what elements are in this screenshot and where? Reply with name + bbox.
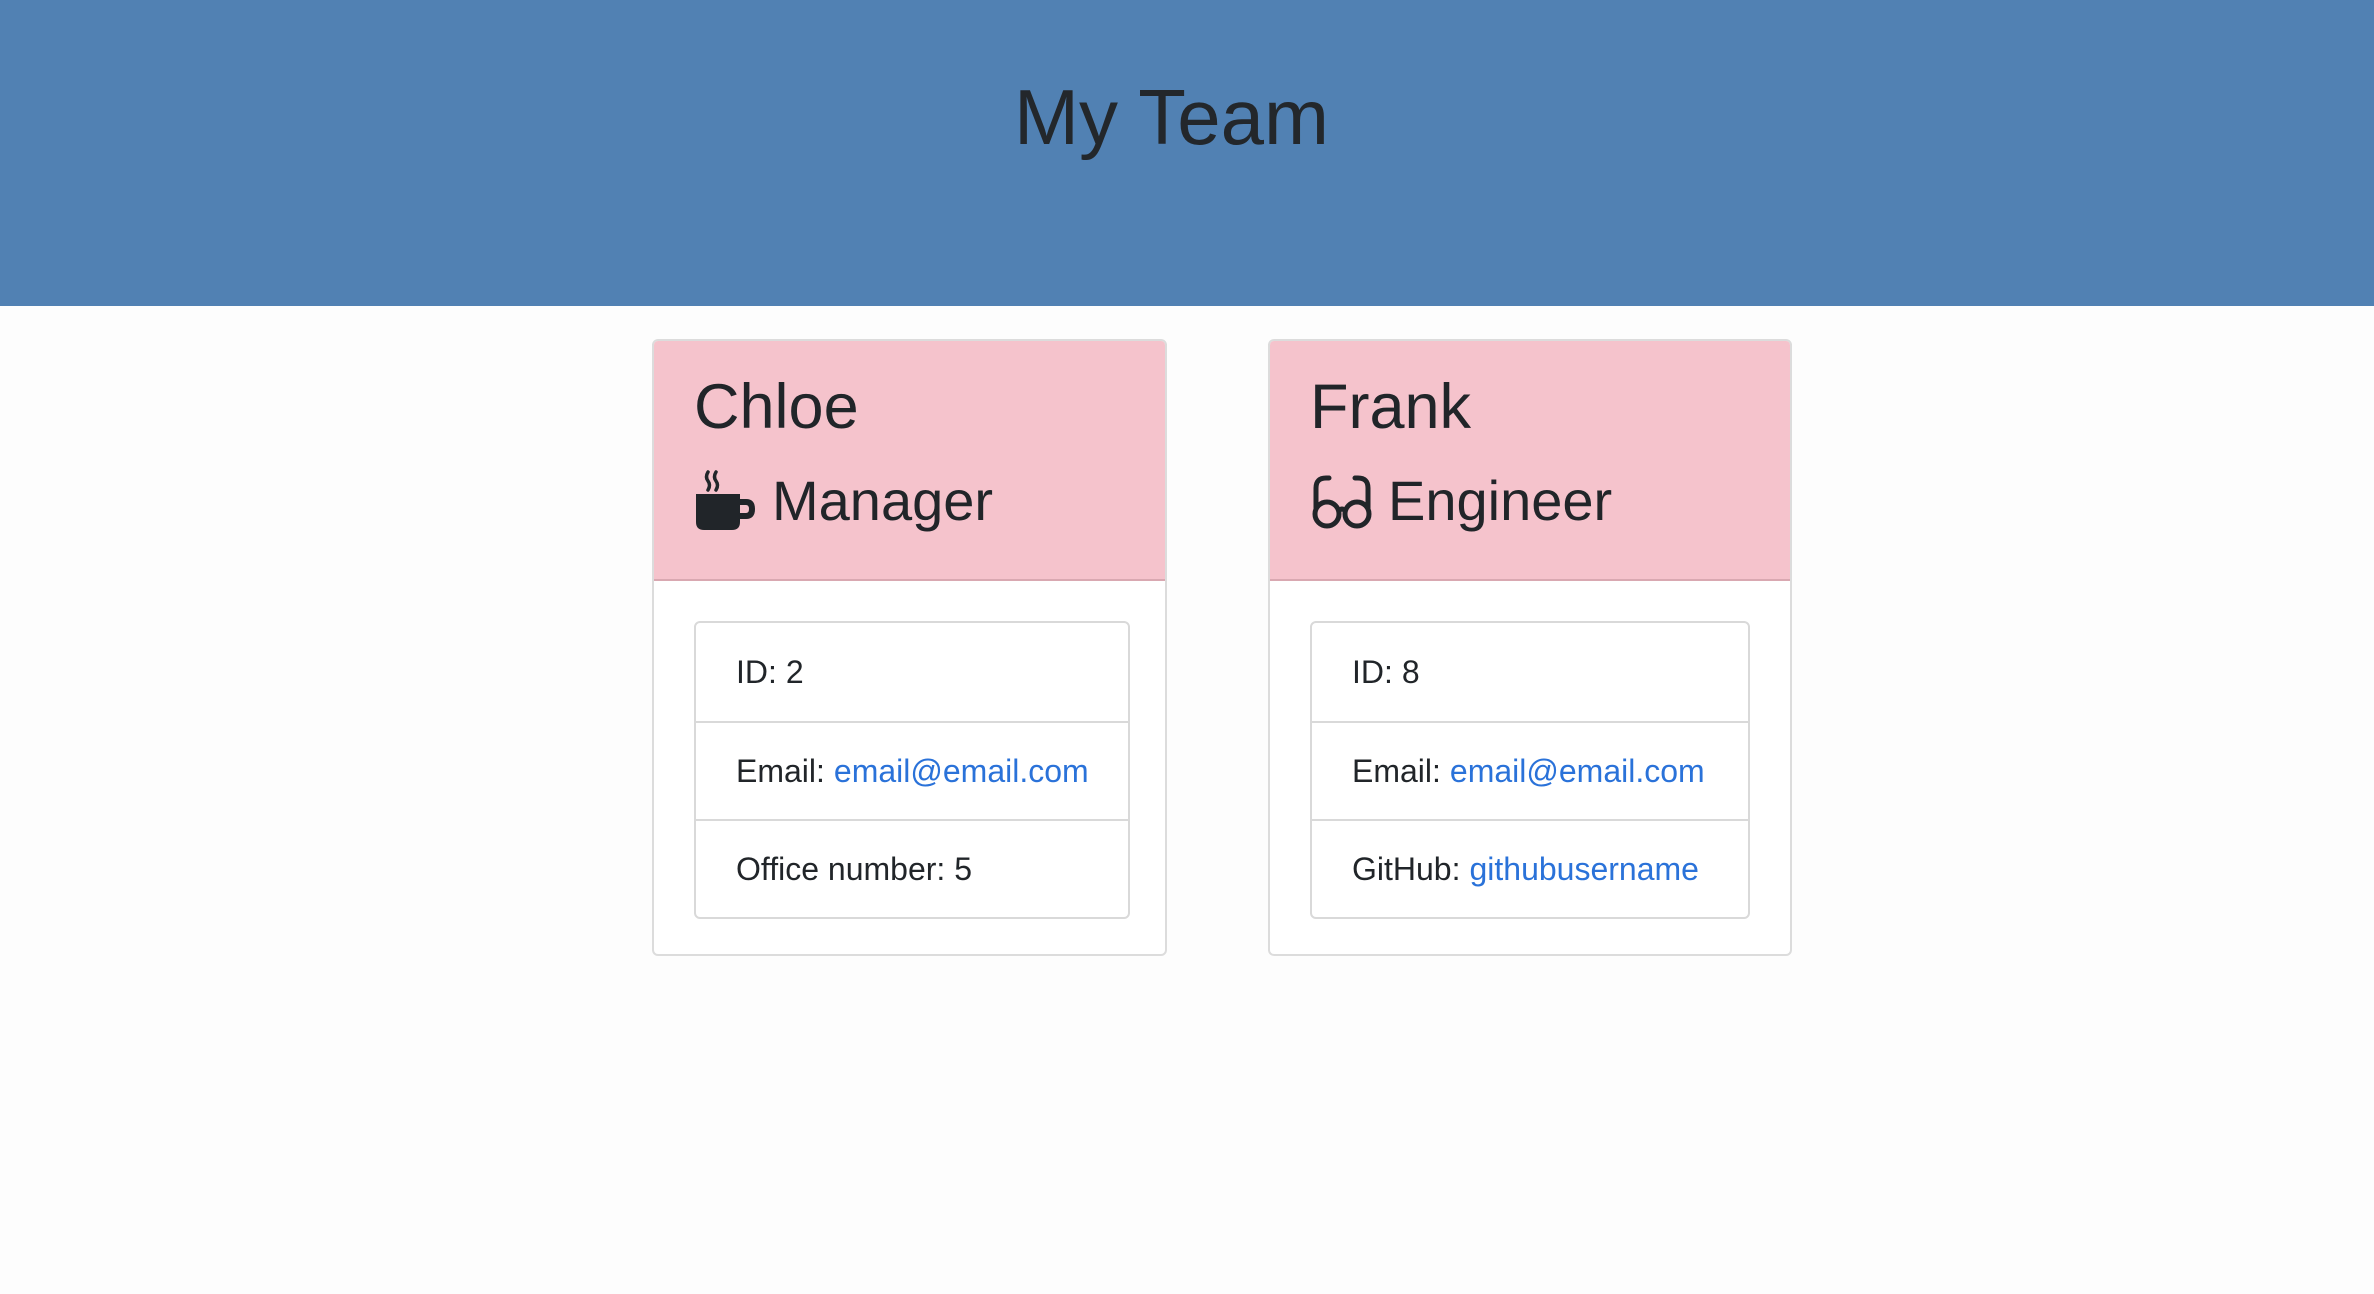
employee-details-list: ID: 8 Email: email@email.com GitHub: git… [1310, 621, 1750, 919]
email-label: Email: [1352, 752, 1441, 789]
employee-card-frank: Frank Engineer ID: 8 Email: email@email.… [1268, 339, 1792, 956]
list-item-office-number: Office number: 5 [696, 819, 1128, 917]
email-link[interactable]: email@email.com [1450, 753, 1705, 790]
id-label: ID: [1352, 653, 1393, 690]
employee-role-label: Engineer [1388, 468, 1613, 532]
employee-card-chloe: Chloe Manager ID: 2 Email: email@email.c… [652, 339, 1167, 956]
card-header: Chloe Manager [654, 341, 1165, 581]
header-banner: My Team [0, 0, 2374, 306]
employee-role: Engineer [1310, 458, 1612, 542]
employee-name: Frank [1310, 372, 1472, 442]
github-link[interactable]: githubusername [1469, 851, 1698, 888]
list-item-github: GitHub: githubusername [1312, 819, 1748, 917]
id-value: 8 [1401, 653, 1420, 690]
id-value: 2 [785, 653, 804, 690]
employee-role-label: Manager [772, 468, 994, 532]
office-number-value: 5 [954, 850, 973, 887]
email-link[interactable]: email@email.com [834, 753, 1089, 790]
list-item-id: ID: 2 [696, 623, 1128, 721]
office-number-label: Office number: [736, 850, 946, 887]
employee-name: Chloe [694, 372, 859, 442]
email-label: Email: [736, 752, 825, 789]
list-item-id: ID: 8 [1312, 623, 1748, 721]
card-header: Frank Engineer [1270, 341, 1790, 581]
list-item-email: Email: email@email.com [1312, 721, 1748, 819]
list-item-email: Email: email@email.com [696, 721, 1128, 819]
page-title: My Team [1014, 73, 1329, 161]
github-label: GitHub: [1352, 850, 1461, 887]
employee-role: Manager [694, 458, 993, 542]
coffee-mug-icon [694, 468, 758, 532]
id-label: ID: [736, 653, 777, 690]
glasses-icon [1310, 468, 1374, 532]
employee-details-list: ID: 2 Email: email@email.com Office numb… [694, 621, 1130, 919]
